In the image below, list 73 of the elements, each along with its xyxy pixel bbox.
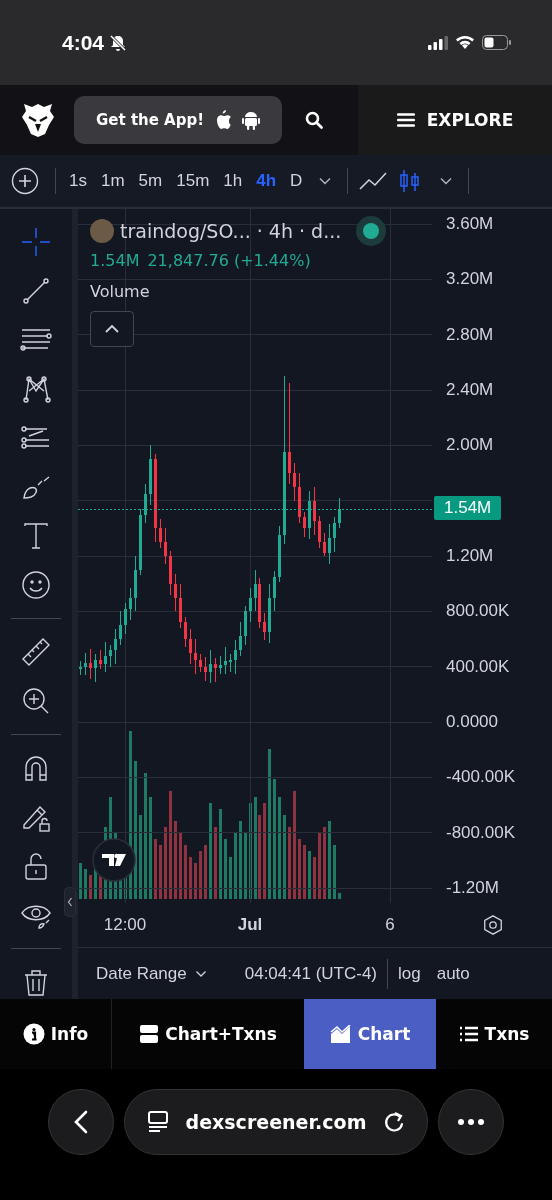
price-axis-label: -800.00K (446, 821, 515, 844)
price-axis-label: 3.20M (446, 268, 494, 291)
wifi-icon (455, 35, 475, 50)
candle (79, 660, 82, 676)
menu-icon (396, 113, 415, 127)
apple-icon (214, 110, 233, 130)
timeframe-button[interactable]: 5m (131, 171, 170, 191)
add-icon[interactable] (11, 167, 39, 195)
indicator-label: Volume (90, 282, 150, 301)
price-axis-label: 3.60M (446, 213, 494, 236)
ruler-icon[interactable] (20, 636, 52, 668)
page-menu-icon[interactable] (147, 1111, 169, 1133)
crosshair-icon[interactable] (20, 226, 52, 258)
timeframe-button[interactable]: 4h (249, 171, 284, 191)
battery-icon (482, 35, 512, 50)
timeframe-button[interactable]: D (283, 171, 310, 191)
chevron-left-icon (74, 1110, 88, 1134)
volume-value: 1.54M (90, 251, 140, 270)
price-axis-label: 0.0000 (446, 711, 498, 734)
caret-down-icon (194, 969, 207, 978)
last-price-badge: 1.54M (434, 496, 502, 521)
info-icon (22, 1023, 45, 1045)
chart-logo-icon[interactable] (92, 838, 136, 882)
get-app-button[interactable]: Get the App! (74, 96, 283, 144)
auto-scale-button[interactable]: auto (428, 963, 478, 984)
timezone-clock[interactable]: 04:04:41 (UTC-4) (236, 963, 385, 984)
date-range-button[interactable]: Date Range (88, 963, 215, 984)
timeframe-button[interactable]: 1s (62, 171, 94, 191)
clock: 4:04 (62, 30, 105, 55)
reload-icon[interactable] (383, 1111, 405, 1133)
price-change-text: 21,847.76 (+1.44%) (147, 251, 311, 270)
area-chart-icon (329, 1025, 352, 1043)
collapse-button[interactable] (90, 311, 134, 347)
symbol-title[interactable]: traindog/SO... (120, 220, 251, 242)
timeframe-button[interactable]: 15m (169, 171, 217, 191)
price-axis-label: 1.20M (446, 545, 494, 568)
list-icon (458, 1026, 479, 1042)
view-tab[interactable]: Txns (436, 999, 552, 1069)
timeframe-button[interactable]: 1m (93, 171, 132, 191)
url-text: dexscreener.com (185, 1111, 367, 1133)
android-icon (242, 110, 261, 130)
caret-up-icon (104, 324, 120, 334)
muted-bell-icon (108, 32, 129, 53)
pattern-icon[interactable] (20, 373, 52, 405)
price-axis-label: -1.20M (446, 877, 499, 900)
interval-text: · 4h · d... (256, 220, 342, 242)
timeframe-button[interactable]: 1h (216, 171, 250, 191)
settings-icon[interactable] (482, 914, 504, 936)
time-axis-label: 6 (385, 915, 395, 935)
price-axis-label: -400.00K (446, 766, 515, 789)
explore-button[interactable]: EXPLORE (358, 85, 552, 155)
price-axis-label: 800.00K (446, 600, 510, 623)
emoji-icon[interactable] (20, 569, 52, 601)
time-axis-label: Jul (237, 915, 263, 935)
time-axis-label: 12:00 (103, 915, 147, 935)
price-axis-label: 2.80M (446, 323, 494, 346)
trend-line-icon[interactable] (20, 275, 52, 307)
collapse-handle-icon[interactable] (64, 887, 76, 917)
address-bar[interactable]: dexscreener.com (124, 1089, 428, 1155)
signal-icon (428, 35, 448, 50)
more-icon (457, 1118, 485, 1126)
chevron-down-icon[interactable] (440, 177, 453, 185)
token-avatar (90, 219, 114, 243)
view-tab[interactable]: Info (0, 999, 112, 1069)
price-axis-label: 2.40M (446, 379, 494, 402)
view-tab[interactable]: Chart+Txns (112, 999, 304, 1069)
log-scale-button[interactable]: log (390, 963, 429, 984)
split-view-icon (139, 1024, 160, 1044)
price-axis-label: 2.00M (446, 434, 494, 457)
search-icon[interactable] (304, 110, 325, 130)
chevron-down-icon[interactable] (319, 177, 332, 185)
price-axis-label: 400.00K (446, 655, 510, 678)
view-tab[interactable]: Chart (304, 999, 436, 1069)
